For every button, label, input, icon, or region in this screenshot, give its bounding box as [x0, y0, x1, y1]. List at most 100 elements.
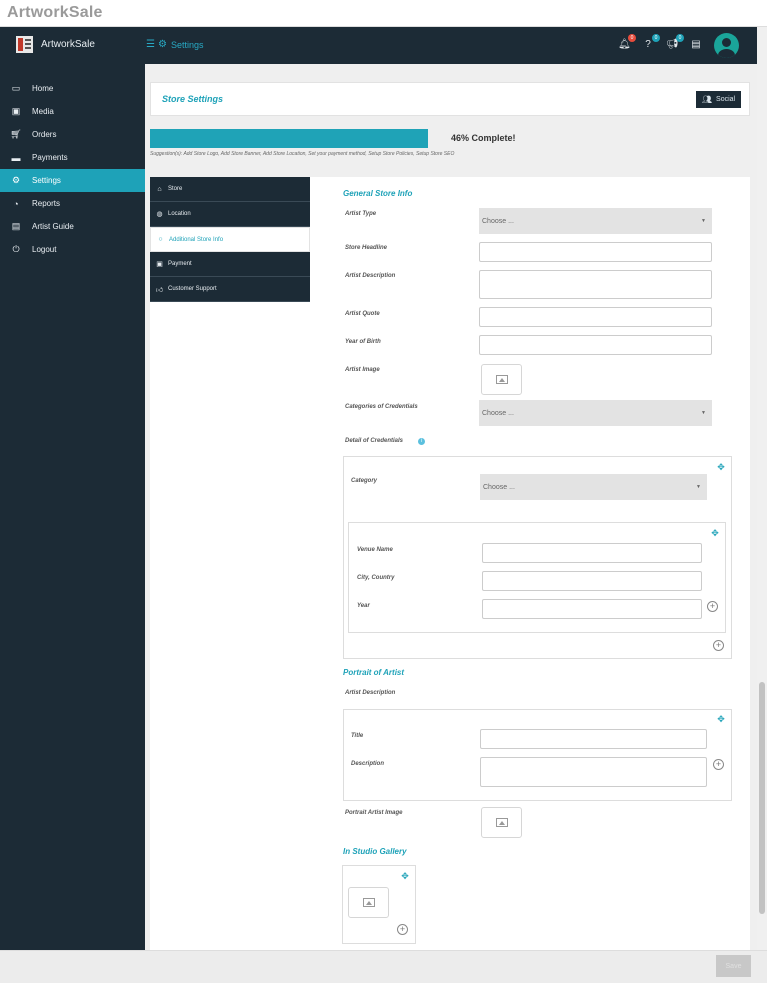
megaphone-icon[interactable]: 📢︎ 0 [666, 34, 684, 51]
help-icon[interactable]: ? 0 [642, 34, 660, 51]
year-of-birth-input[interactable] [479, 335, 712, 355]
thumbs-up-icon: 👍︎ [155, 286, 164, 294]
card-icon: ▬ [11, 152, 21, 163]
general-store-info-heading: General Store Info [343, 189, 413, 198]
gallery-heading: In Studio Gallery [343, 847, 407, 856]
add-portrait-row-icon[interactable]: + [713, 759, 724, 770]
settings-icon: ⚙ [157, 39, 167, 50]
store-headline-input[interactable] [479, 242, 712, 262]
gallery-image-upload[interactable] [348, 887, 389, 918]
sidebar-item-artist-guide[interactable]: ▤ Artist Guide [0, 215, 145, 238]
sidebar-item-reports[interactable]: ◔ Reports [0, 192, 145, 215]
sidebar-item-label: Home [32, 84, 54, 93]
social-button[interactable]: 👥︎ Social [696, 91, 741, 108]
progress-suggestion: Suggestion(s): Add Store Logo, Add Store… [150, 151, 455, 157]
info-icon[interactable]: i [418, 438, 425, 445]
artist-description-label: Artist Description [345, 273, 396, 279]
menu-toggle-icon[interactable]: ☰ [146, 39, 155, 50]
store-headline-label: Store Headline [345, 245, 388, 251]
progress-label: 46% Complete! [451, 133, 516, 143]
settings-icon: ⚙ [11, 175, 21, 185]
add-row-icon[interactable]: + [707, 601, 718, 612]
venue-name-input[interactable] [482, 543, 702, 563]
notification-badge: 0 [628, 34, 636, 42]
tab-store[interactable]: ⌂ Store [150, 177, 310, 202]
sidebar-item-label: Settings [32, 176, 61, 185]
profile-progress-bar [150, 129, 428, 148]
tab-customer-support[interactable]: 👍︎ Customer Support [150, 277, 310, 302]
move-icon[interactable]: ✥ [716, 462, 726, 472]
image-placeholder-icon [495, 818, 508, 827]
categories-credentials-value: Choose ... [482, 409, 514, 417]
artist-image-upload[interactable] [481, 364, 522, 395]
artist-image-label: Artist Image [345, 367, 380, 373]
save-button[interactable]: Save [716, 955, 751, 977]
scrollbar-thumb[interactable] [759, 682, 765, 914]
add-gallery-image-icon[interactable]: + [397, 924, 408, 935]
portrait-image-label: Portrait Artist Image [345, 810, 403, 816]
categories-credentials-select[interactable]: Choose ... ▼ [479, 400, 712, 426]
city-country-label: City, Country [357, 575, 395, 581]
description-textarea[interactable] [480, 757, 707, 787]
sidebar-item-settings[interactable]: ⚙ Settings [0, 169, 145, 192]
page-scrollbar[interactable] [757, 27, 767, 950]
sidebar-item-logout[interactable]: ⏻ Logout [0, 238, 145, 261]
sidebar-item-home[interactable]: ▭ Home [0, 77, 145, 100]
sidebar: ▭ Home ▣ Media 🛒︎ Orders ▬ Payments ⚙ Se… [0, 64, 145, 950]
store-icon: ⌂ [157, 185, 162, 193]
category-label: Category [351, 478, 378, 484]
tab-payment[interactable]: ▣ Payment [150, 252, 310, 277]
image-placeholder-icon [362, 898, 375, 907]
category-select[interactable]: Choose ... ▼ [480, 474, 707, 500]
sidebar-item-media[interactable]: ▣ Media [0, 100, 145, 123]
artist-description-textarea[interactable] [479, 270, 712, 299]
move-icon[interactable]: ✥ [400, 871, 410, 881]
venue-name-label: Venue Name [357, 547, 393, 553]
brand[interactable]: ArtworkSale [16, 36, 95, 53]
sidebar-item-label: Orders [32, 130, 57, 139]
top-icons: 🔔︎ 0 ? 0 📢︎ 0 ▤ [618, 34, 714, 51]
move-icon[interactable]: ✥ [716, 714, 726, 724]
categories-credentials-label: Categories of Credentials [345, 404, 418, 410]
sidebar-item-label: Artist Guide [32, 222, 74, 231]
tab-location[interactable]: ◍ Location [150, 202, 310, 227]
users-icon: 👥︎ [701, 95, 713, 104]
user-avatar[interactable] [714, 33, 739, 58]
city-country-input[interactable] [482, 571, 702, 591]
help-badge: 0 [652, 34, 660, 42]
title-label: Title [351, 733, 364, 739]
artist-type-value: Choose ... [482, 217, 514, 225]
power-icon: ⏻ [12, 244, 20, 254]
title-input[interactable] [480, 729, 707, 749]
monitor-icon: ▭ [11, 83, 21, 93]
guide-icon: ▤ [11, 221, 21, 231]
social-button-label: Social [716, 96, 736, 103]
breadcrumb: ☰ ⚙ Settings [146, 39, 203, 50]
sidebar-item-payments[interactable]: ▬ Payments [0, 146, 145, 169]
sidebar-item-orders[interactable]: 🛒︎ Orders [0, 123, 145, 146]
window-title-bar: ArtworkSale [0, 0, 767, 27]
bell-icon[interactable]: 🔔︎ 0 [618, 34, 636, 51]
artist-type-select[interactable]: Choose ... ▼ [479, 208, 712, 234]
top-navbar: ArtworkSale ☰ ⚙ Settings 🔔︎ 0 ? 0 📢︎ 0 ▤ [0, 27, 757, 64]
tab-label: Customer Support [168, 286, 217, 292]
artist-quote-label: Artist Quote [345, 311, 380, 317]
tab-label: Store [168, 186, 183, 192]
year-of-birth-label: Year of Birth [345, 339, 381, 345]
move-icon[interactable]: ✥ [710, 528, 720, 538]
book-icon[interactable]: ▤ [690, 39, 702, 51]
sidebar-item-label: Media [32, 107, 54, 116]
category-value: Choose ... [483, 483, 515, 491]
pie-chart-icon: ◔ [13, 198, 19, 209]
portrait-description-label: Artist Description [345, 690, 396, 696]
chevron-down-icon: ▼ [701, 218, 706, 224]
add-credential-icon[interactable]: + [713, 640, 724, 651]
announcement-badge: 0 [676, 34, 684, 42]
artist-quote-input[interactable] [479, 307, 712, 327]
portrait-heading: Portrait of Artist [343, 668, 405, 677]
portrait-image-upload[interactable] [481, 807, 522, 838]
artist-type-label: Artist Type [345, 211, 377, 217]
tab-additional-store-info[interactable]: ○ Additional Store Info [150, 227, 310, 252]
year-input[interactable] [482, 599, 702, 619]
brand-logo-icon [16, 36, 33, 53]
